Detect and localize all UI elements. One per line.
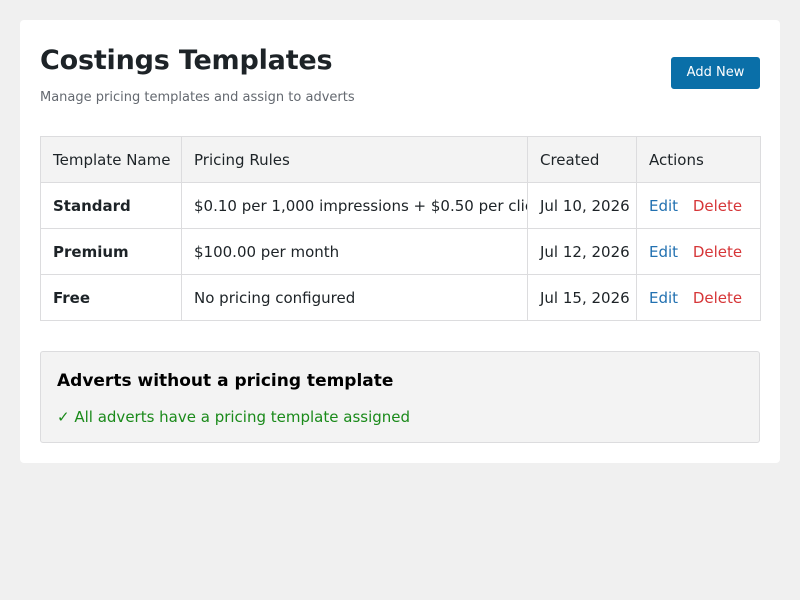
template-name-cell: Premium: [40, 228, 182, 275]
unassigned-adverts-panel: Adverts without a pricing template ✓ All…: [40, 351, 760, 443]
templates-table: Template Name Pricing Rules Created Acti…: [40, 136, 761, 321]
column-header-pricing-rules: Pricing Rules: [181, 136, 528, 183]
page-subtitle: Manage pricing templates and assign to a…: [40, 90, 355, 105]
actions-cell: Edit Delete: [636, 274, 761, 321]
edit-link[interactable]: Edit: [649, 197, 678, 215]
template-name-cell: Free: [40, 274, 182, 321]
delete-link[interactable]: Delete: [693, 289, 742, 307]
table-header-row: Template Name Pricing Rules Created Acti…: [40, 136, 761, 183]
delete-link[interactable]: Delete: [693, 243, 742, 261]
table-row: Standard $0.10 per 1,000 impressions + $…: [40, 182, 761, 229]
templates-card: Costings Templates Manage pricing templa…: [20, 20, 780, 463]
actions-cell: Edit Delete: [636, 228, 761, 275]
created-date-cell: Jul 15, 2026: [527, 274, 637, 321]
unassigned-status-text: All adverts have a pricing template assi…: [74, 408, 411, 426]
created-date-cell: Jul 10, 2026: [527, 182, 637, 229]
column-header-actions: Actions: [636, 136, 761, 183]
add-new-button[interactable]: Add New: [671, 57, 760, 89]
pricing-rules-cell: $100.00 per month: [181, 228, 528, 275]
unassigned-status-message: ✓ All adverts have a pricing template as…: [57, 407, 410, 427]
pricing-rules-cell: No pricing configured: [181, 274, 528, 321]
template-name-cell: Standard: [40, 182, 182, 229]
page-title: Costings Templates: [40, 45, 333, 76]
delete-link[interactable]: Delete: [693, 197, 742, 215]
created-date-cell: Jul 12, 2026: [527, 228, 637, 275]
column-header-template-name: Template Name: [40, 136, 182, 183]
actions-cell: Edit Delete: [636, 182, 761, 229]
column-header-created: Created: [527, 136, 637, 183]
table-row: Premium $100.00 per month Jul 12, 2026 E…: [40, 228, 761, 275]
unassigned-adverts-title: Adverts without a pricing template: [57, 371, 394, 391]
pricing-rules-cell: $0.10 per 1,000 impressions + $0.50 per …: [181, 182, 528, 229]
edit-link[interactable]: Edit: [649, 243, 678, 261]
table-row: Free No pricing configured Jul 15, 2026 …: [40, 274, 761, 321]
check-icon: ✓: [57, 408, 70, 426]
edit-link[interactable]: Edit: [649, 289, 678, 307]
